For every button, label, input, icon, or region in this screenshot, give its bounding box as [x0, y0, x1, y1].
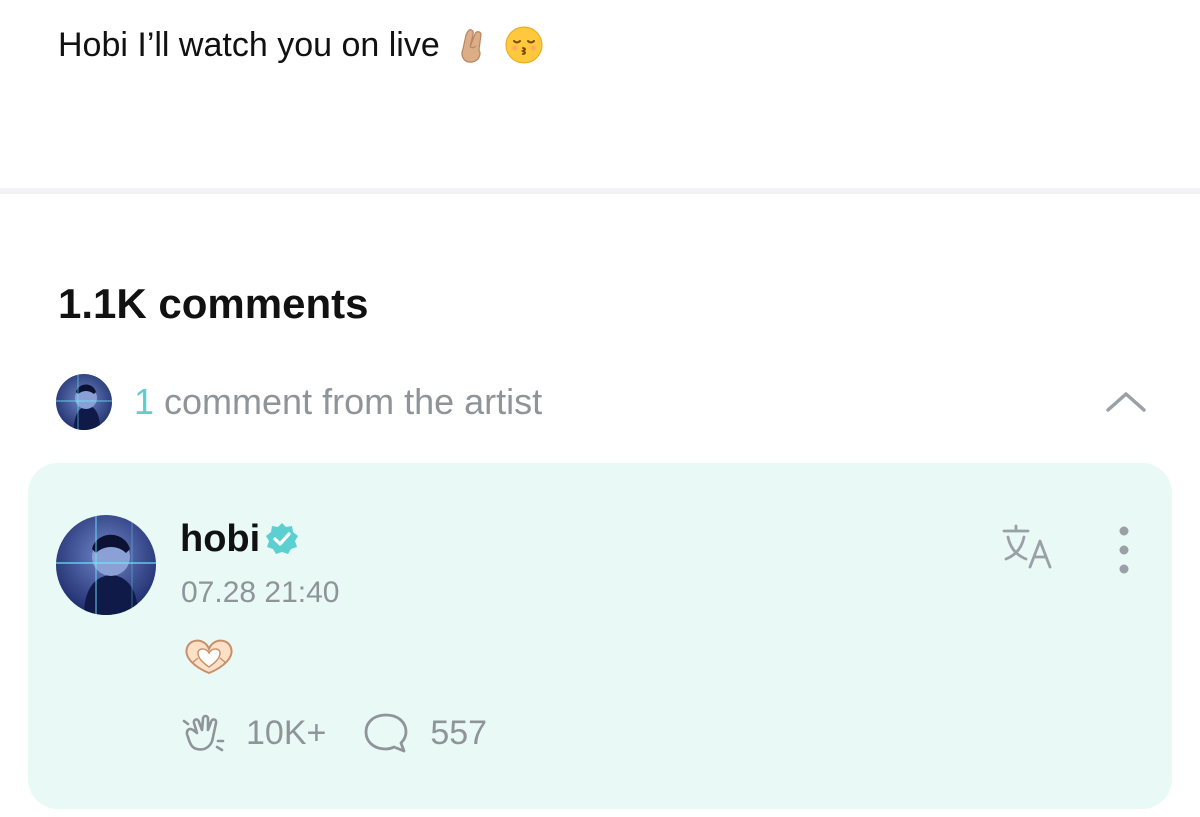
- speech-bubble-icon: [364, 713, 408, 753]
- more-options-icon[interactable]: [1110, 525, 1138, 575]
- crossed-fingers-icon: [461, 29, 482, 63]
- translate-icon[interactable]: [1000, 523, 1058, 571]
- verified-badge-icon: [266, 523, 299, 554]
- like-count: 10K+: [246, 714, 327, 752]
- artist-comments-label: 1 comment from the artist: [134, 381, 542, 423]
- commenter-avatar[interactable]: [56, 515, 156, 615]
- comment-actions: 10K+ 557: [178, 711, 487, 755]
- section-divider: [0, 188, 1200, 194]
- post-text-label: Hobi I’ll watch you on live: [58, 26, 440, 64]
- artist-comment-card: hobi 07.28 21:40 10K+ 557: [28, 463, 1172, 809]
- reply-count: 557: [430, 714, 488, 752]
- like-button[interactable]: 10K+: [178, 711, 326, 755]
- comments-screen: Hobi I’ll watch you on live 1.1K comment…: [0, 0, 1200, 817]
- artist-comment-text: comment from the artist: [154, 381, 543, 422]
- commenter-avatar-image: [56, 515, 156, 615]
- artist-comments-toggle[interactable]: 1 comment from the artist: [56, 374, 1156, 430]
- comments-title: 1.1K comments: [58, 280, 369, 327]
- artist-avatar: [56, 374, 112, 430]
- username-row: hobi: [180, 517, 300, 561]
- comment-timestamp: 07.28 21:40: [181, 576, 340, 609]
- kissing-face-icon: [505, 26, 543, 64]
- username[interactable]: hobi: [180, 517, 260, 561]
- chevron-up-icon[interactable]: [1104, 386, 1148, 416]
- cheer-hand-icon: [182, 714, 225, 752]
- heart-hands-icon: [185, 639, 233, 675]
- artist-avatar-image: [56, 374, 112, 430]
- post-text: Hobi I’ll watch you on live: [58, 22, 544, 68]
- artist-comment-count: 1: [134, 381, 155, 422]
- reply-button[interactable]: 557: [362, 711, 487, 755]
